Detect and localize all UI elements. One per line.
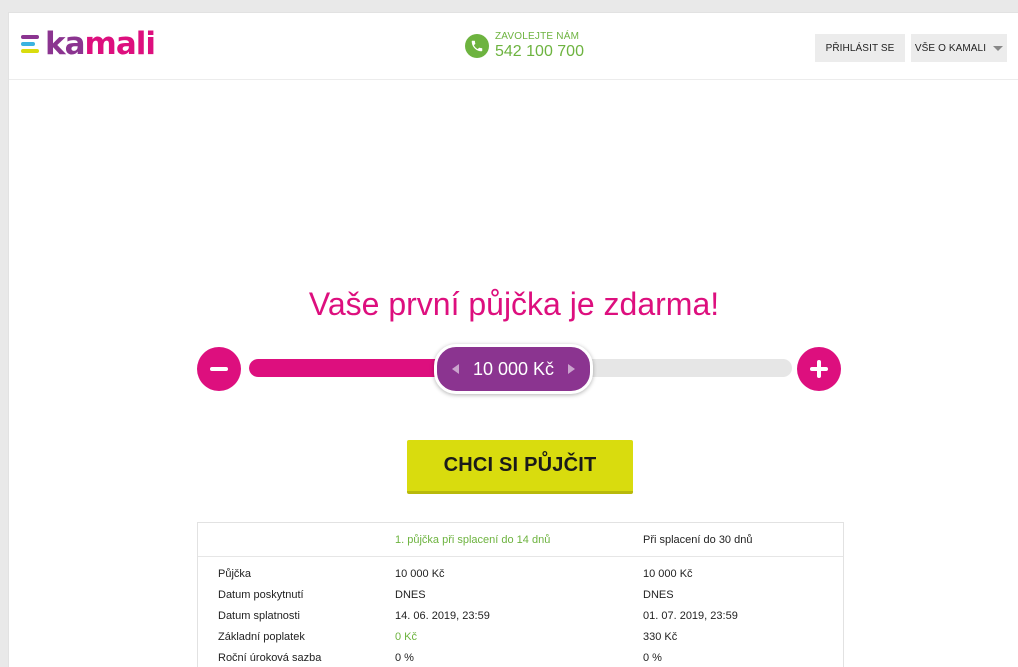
- chevron-down-icon: [993, 45, 1004, 51]
- row-value-second: 10 000 Kč: [643, 568, 693, 580]
- about-kamali-dropdown[interactable]: VŠE O KAMALI: [911, 34, 1007, 62]
- page: kamali ZAVOLEJTE NÁM 542 100 700 PŘIHLÁS…: [8, 12, 1018, 667]
- login-button[interactable]: PŘIHLÁSIT SE: [815, 34, 905, 62]
- table-header-first-loan: 1. půjčka při splacení do 14 dnů: [395, 534, 551, 546]
- logo-stripes-icon: [21, 33, 43, 55]
- row-label: Půjčka: [218, 568, 252, 580]
- phone-cta-label: ZAVOLEJTE NÁM: [495, 31, 580, 42]
- row-value-second: 0 %: [643, 652, 662, 664]
- row-label: Datum splatnosti: [218, 610, 300, 622]
- table-row: Půjčka 10 000 Kč 10 000 Kč: [198, 568, 843, 589]
- kamali-logo[interactable]: kamali: [21, 26, 156, 62]
- phone-contact[interactable]: ZAVOLEJTE NÁM 542 100 700: [465, 31, 584, 61]
- logo-wordmark: kamali: [45, 26, 156, 62]
- about-dropdown-label: VŠE O KAMALI: [914, 42, 987, 54]
- table-header-30-days: Při splacení do 30 dnů: [643, 534, 753, 546]
- page-headline: Vaše první půjčka je zdarma!: [308, 286, 720, 323]
- row-value-second: 330 Kč: [643, 631, 678, 643]
- row-label: Základní poplatek: [218, 631, 305, 643]
- slider-fill: [249, 359, 450, 377]
- borrow-cta-button[interactable]: CHCI SI PŮJČIT: [407, 440, 633, 494]
- row-label: Roční úroková sazba: [218, 652, 322, 664]
- table-row: Základní poplatek 0 Kč 330 Kč: [198, 631, 843, 652]
- decrease-amount-button[interactable]: [197, 347, 241, 391]
- table-row: Roční úroková sazba 0 % 0 %: [198, 652, 843, 667]
- row-value-first: 10 000 Kč: [395, 568, 445, 580]
- arrow-left-icon: [451, 364, 459, 374]
- row-value-second: 01. 07. 2019, 23:59: [643, 610, 738, 622]
- borrow-cta-label: CHCI SI PŮJČIT: [443, 454, 597, 476]
- row-value-first: 0 %: [395, 652, 414, 664]
- table-row: Datum splatnosti 14. 06. 2019, 23:59 01.…: [198, 610, 843, 631]
- row-value-first: DNES: [395, 589, 426, 601]
- increase-amount-button[interactable]: [797, 347, 841, 391]
- login-button-label: PŘIHLÁSIT SE: [825, 42, 895, 54]
- loan-amount-value: 10 000 Kč: [472, 358, 555, 379]
- table-header-row: 1. půjčka při splacení do 14 dnů Při spl…: [198, 523, 843, 557]
- site-header: kamali ZAVOLEJTE NÁM 542 100 700 PŘIHLÁS…: [9, 13, 1018, 80]
- row-value-first: 0 Kč: [395, 631, 418, 643]
- phone-icon: [465, 34, 489, 58]
- row-value-first: 14. 06. 2019, 23:59: [395, 610, 490, 622]
- arrow-right-icon: [568, 364, 576, 374]
- row-label: Datum poskytnutí: [218, 589, 304, 601]
- row-value-second: DNES: [643, 589, 674, 601]
- minus-icon: [210, 367, 228, 371]
- phone-number[interactable]: 542 100 700: [495, 43, 584, 61]
- loan-amount-slider-handle[interactable]: 10 000 Kč: [434, 344, 593, 394]
- loan-comparison-table: 1. půjčka při splacení do 14 dnů Při spl…: [197, 522, 844, 667]
- table-row: Datum poskytnutí DNES DNES: [198, 589, 843, 610]
- plus-icon: [817, 360, 821, 378]
